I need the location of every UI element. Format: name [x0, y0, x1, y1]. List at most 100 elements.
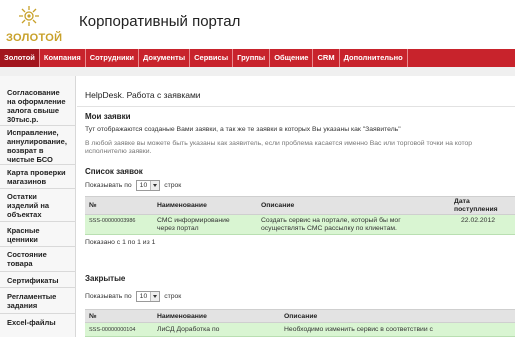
sidebar-item-label: чистые БСО	[7, 155, 53, 164]
sidebar-item-label: изделий на	[7, 201, 50, 210]
sidebar: Согласование на оформление залога свыше …	[0, 76, 76, 337]
sidebar-item-pledge-approval[interactable]: Согласование на оформление залога свыше …	[0, 88, 76, 124]
request-number[interactable]: SSS-00000003986	[89, 217, 135, 225]
sidebar-divider	[0, 221, 76, 222]
sidebar-item-label: Исправление,	[7, 128, 59, 137]
sidebar-item-label: Красные	[7, 226, 40, 235]
request-description: Создать сервис на портале, который бы мо…	[261, 217, 401, 233]
sidebar-item-label: Остатки	[7, 192, 37, 201]
closed-heading: Закрытые	[85, 274, 126, 283]
sidebar-item-red-tags[interactable]: Красные ценники	[0, 226, 76, 244]
sidebar-item-label: возврат в	[7, 146, 44, 155]
nav-item-zolotoy[interactable]: Золотой	[0, 49, 40, 67]
table-row[interactable]: SSS-00000003986 СМС информирование через…	[85, 215, 515, 235]
nav-item-communication[interactable]: Общение	[270, 49, 314, 67]
sidebar-divider	[0, 287, 76, 288]
rows-label: строк	[164, 293, 182, 300]
chevron-down-icon	[150, 181, 160, 190]
nav-item-crm[interactable]: CRM	[313, 49, 340, 67]
nav-item-additional[interactable]: Дополнительно	[340, 49, 408, 67]
sidebar-item-goods-state[interactable]: Состояние товара	[0, 250, 76, 268]
show-label: Показывать по	[85, 182, 132, 189]
show-label: Показывать по	[85, 293, 132, 300]
sidebar-item-scheduled-tasks[interactable]: Регламентые задания	[0, 292, 76, 310]
request-desc-line: Создать сервис на портале, который бы мо…	[261, 217, 401, 224]
my-requests-heading: Мои заявки	[85, 112, 131, 121]
note-line-2: исполнителю заявки.	[85, 148, 152, 155]
col-num[interactable]: №	[89, 313, 97, 321]
sidebar-divider	[0, 246, 76, 247]
intro-text: Тут отображаются созданые Вами заявки, а…	[85, 126, 401, 133]
sidebar-item-label: объектах	[7, 210, 42, 219]
col-desc[interactable]: Описание	[261, 202, 294, 210]
sidebar-item-stock-remains[interactable]: Остатки изделий на объектах	[0, 192, 76, 219]
request-name: СМС информирование через портал	[157, 217, 230, 233]
request-number[interactable]: SSS-00000000104	[89, 326, 135, 334]
sidebar-item-label: залога свыше	[7, 106, 60, 115]
closed-page-size-select[interactable]: 10	[135, 291, 161, 302]
logo-text: ЗОЛОТОЙ	[6, 32, 63, 44]
col-desc[interactable]: Описание	[284, 313, 317, 321]
sidebar-item-label: аннулирование,	[7, 137, 67, 146]
page-size-control: Показывать по 10 строк	[85, 180, 181, 191]
sidebar-item-excel-files[interactable]: Excel-файлы	[0, 318, 76, 327]
nav-gap	[0, 67, 515, 76]
col-name[interactable]: Наименование	[157, 202, 207, 210]
nav-item-employees[interactable]: Сотрудники	[86, 49, 139, 67]
sidebar-item-certificates[interactable]: Сертификаты	[0, 276, 76, 285]
page-title: HelpDesk. Работа с заявками	[85, 90, 201, 100]
sidebar-divider	[0, 188, 76, 189]
sidebar-item-label: на оформление	[7, 97, 66, 106]
col-date-label-2: поступления	[454, 206, 498, 213]
request-desc-line: осуществлять СМС рассылку по клиентам.	[261, 225, 397, 232]
sidebar-item-bso-correction[interactable]: Исправление, аннулирование, возврат в чи…	[0, 128, 76, 164]
request-name: ЛиСД Доработка по	[157, 326, 220, 333]
header: ЗОЛОТОЙ Корпоративный портал	[0, 0, 515, 48]
sidebar-divider	[0, 271, 76, 272]
sidebar-item-label: Excel-файлы	[7, 318, 56, 327]
sidebar-divider	[0, 164, 76, 165]
closed-table-header: № Наименование Описание	[85, 309, 515, 323]
closed-page-size-control: Показывать по 10 строк	[85, 291, 181, 302]
sidebar-item-label: Согласование	[7, 88, 60, 97]
sidebar-item-label: товара	[7, 259, 33, 268]
page-size-select[interactable]: 10	[135, 180, 161, 191]
note-line-1: В любой заявке вы можете быть указаны ка…	[85, 140, 473, 147]
request-name-line: через портал	[157, 225, 199, 232]
sidebar-item-label: Состояние	[7, 250, 47, 259]
sidebar-item-label: магазинов	[7, 177, 47, 186]
sidebar-item-label: 30тыс.р.	[7, 115, 39, 124]
sidebar-divider	[0, 125, 76, 126]
request-date: 22.02.2012	[461, 217, 496, 224]
col-name[interactable]: Наименование	[157, 313, 207, 321]
nav-item-company[interactable]: Компания	[40, 49, 86, 67]
company-logo[interactable]: ЗОЛОТОЙ	[6, 4, 62, 44]
chevron-down-icon	[150, 292, 160, 301]
requests-table-header: № Наименование Описание Дата поступления	[85, 196, 515, 215]
page-size-value: 10	[139, 293, 148, 300]
logo-mark-icon	[19, 6, 39, 26]
title-divider	[77, 106, 515, 107]
request-name-line: СМС информирование	[157, 217, 230, 224]
page-size-value: 10	[139, 182, 148, 189]
col-date-label-1: Дата	[454, 198, 470, 205]
request-description: Необходимо изменить сервис в соответстви…	[284, 326, 433, 333]
sidebar-item-label: Карта проверки	[7, 168, 66, 177]
nav-item-services[interactable]: Сервисы	[190, 49, 234, 67]
sidebar-item-label: Сертификаты	[7, 276, 59, 285]
table-info: Показано с 1 по 1 из 1	[85, 239, 156, 246]
sidebar-item-label: ценники	[7, 235, 38, 244]
main-nav: Золотой Компания Сотрудники Документы Се…	[0, 49, 515, 67]
sidebar-item-label: задания	[7, 301, 38, 310]
sidebar-divider	[0, 313, 76, 314]
request-list-heading: Список заявок	[85, 167, 143, 176]
col-date[interactable]: Дата поступления	[454, 198, 498, 214]
sidebar-item-store-check-map[interactable]: Карта проверки магазинов	[0, 168, 76, 186]
portal-title: Корпоративный портал	[79, 13, 241, 30]
nav-item-documents[interactable]: Документы	[139, 49, 191, 67]
rows-label: строк	[164, 182, 182, 189]
nav-item-groups[interactable]: Группы	[233, 49, 271, 67]
main-content: HelpDesk. Работа с заявками Мои заявки Т…	[77, 76, 515, 337]
table-row[interactable]: SSS-00000000104 ЛиСД Доработка по Необхо…	[85, 323, 515, 337]
col-num[interactable]: №	[89, 202, 97, 210]
